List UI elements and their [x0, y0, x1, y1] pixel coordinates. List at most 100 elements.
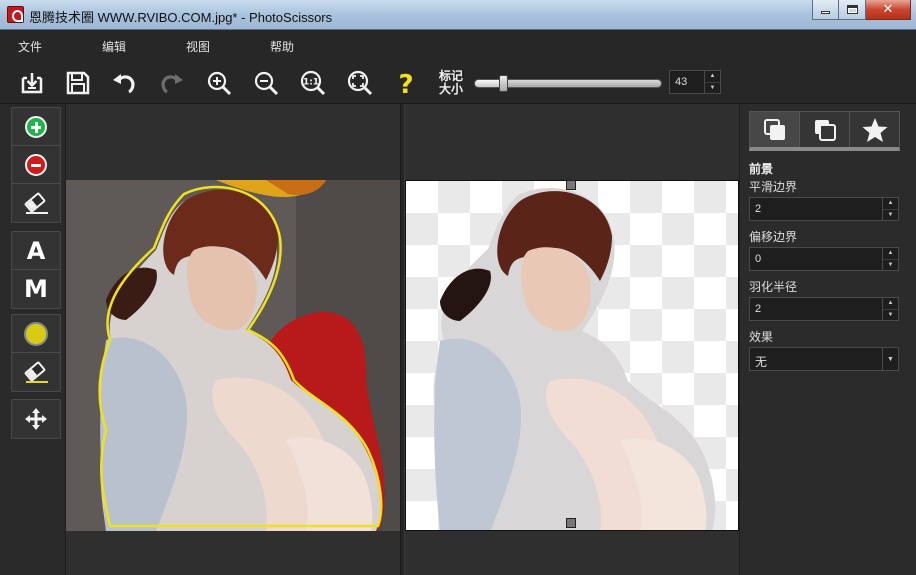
svg-text:1:1: 1:1: [303, 78, 319, 88]
feather-spinbox[interactable]: 2 ▲ ▼: [749, 297, 899, 321]
hair-eraser-tool[interactable]: [12, 353, 60, 391]
marker-tool-group: [11, 107, 61, 223]
spin-down-icon[interactable]: ▼: [883, 308, 898, 321]
maximize-button[interactable]: [839, 0, 866, 20]
zoom-out-icon: [254, 71, 279, 96]
manual-mode-button[interactable]: M: [12, 270, 60, 308]
tab-effects[interactable]: [850, 112, 899, 147]
foreground-layers-icon: [763, 118, 785, 140]
close-icon: ✕: [882, 2, 894, 17]
feather-value: 2: [755, 303, 762, 315]
chevron-down-icon: ▼: [882, 348, 898, 370]
actual-size-button[interactable]: 1:1: [297, 67, 329, 99]
save-icon: [66, 71, 90, 95]
effect-value: 无: [755, 355, 768, 369]
title-bar: 恩腾技术圈 WWW.RVIBO.COM.jpg* - PhotoScissors…: [0, 0, 916, 30]
zoom-in-icon: [207, 71, 232, 96]
manual-mode-label: M: [24, 275, 48, 303]
effect-select[interactable]: 无 ▼: [749, 347, 899, 371]
spin-up-icon[interactable]: ▲: [883, 198, 898, 209]
source-photo[interactable]: [66, 180, 400, 531]
yellow-circle-icon: [24, 321, 48, 346]
pan-tool-group: [11, 399, 61, 439]
settings-panel: 前景 平滑边界 2 ▲ ▼ 偏移边界 0 ▲ ▼ 羽化半径 2 ▲ ▼ 效果 无 ▼: [739, 104, 916, 575]
minimize-button[interactable]: [812, 0, 839, 20]
close-button[interactable]: ✕: [866, 0, 911, 20]
offset-spinbox[interactable]: 0 ▲ ▼: [749, 247, 899, 271]
source-canvas-pane[interactable]: [66, 104, 400, 575]
redo-button[interactable]: [156, 67, 188, 99]
help-icon: ?: [398, 70, 413, 97]
redo-icon: [161, 74, 183, 94]
tab-background[interactable]: [800, 112, 850, 147]
eraser-tool[interactable]: [12, 184, 60, 222]
smooth-value: 2: [755, 203, 762, 215]
actual-size-icon: 1:1: [300, 70, 326, 96]
menu-view[interactable]: 视图: [168, 38, 252, 55]
mode-tool-group: A M: [11, 231, 61, 309]
keep-marker-tool[interactable]: [12, 108, 60, 146]
feather-arrows: ▲ ▼: [882, 298, 898, 320]
panel-tabs: [749, 111, 900, 151]
auto-mode-label: A: [26, 236, 46, 265]
fit-button[interactable]: [344, 67, 376, 99]
star-icon: [862, 117, 887, 142]
save-button[interactable]: [62, 67, 94, 99]
background-layers-icon: [814, 119, 836, 141]
remove-marker-tool[interactable]: [12, 146, 60, 184]
window-controls: ✕: [812, 0, 911, 20]
help-button[interactable]: ?: [390, 67, 422, 99]
spin-down-icon[interactable]: ▼: [705, 81, 720, 94]
smooth-spinbox[interactable]: 2 ▲ ▼: [749, 197, 899, 221]
zoom-out-button[interactable]: [250, 67, 282, 99]
hair-marker-tool[interactable]: [12, 315, 60, 353]
menu-bar: 文件 编辑 视图 帮助: [0, 30, 916, 62]
marker-size-slider[interactable]: [474, 75, 662, 92]
eraser-icon: [23, 191, 49, 214]
zoom-in-button[interactable]: [203, 67, 235, 99]
spin-down-icon[interactable]: ▼: [883, 258, 898, 271]
result-photo: [405, 180, 739, 531]
menu-file[interactable]: 文件: [0, 38, 84, 55]
crop-handle-bottom[interactable]: [566, 518, 576, 528]
spin-down-icon[interactable]: ▼: [883, 208, 898, 221]
offset-arrows: ▲ ▼: [882, 248, 898, 270]
tool-sidebar: A M: [0, 104, 66, 575]
menu-edit[interactable]: 编辑: [84, 38, 168, 55]
slider-thumb[interactable]: [499, 75, 508, 92]
eraser-yellow-icon: [23, 360, 49, 383]
crop-handle-top[interactable]: [566, 180, 576, 190]
result-canvas-pane[interactable]: [405, 104, 739, 575]
marker-size-label: 标记大小: [439, 69, 464, 96]
plus-icon: [25, 115, 47, 138]
tab-foreground[interactable]: [750, 112, 800, 147]
smooth-label: 平滑边界: [749, 180, 798, 194]
open-button[interactable]: [16, 67, 48, 99]
foreground-section-title: 前景: [749, 162, 774, 176]
maximize-icon: [846, 5, 858, 14]
window-title: 恩腾技术圈 WWW.RVIBO.COM.jpg* - PhotoScissors: [29, 10, 333, 25]
toolbar: 1:1 ? 标记大小 43 ▲ ▼: [0, 62, 916, 104]
pan-tool[interactable]: [12, 400, 60, 438]
marker-size-value: 43: [675, 76, 688, 88]
svg-text:?: ?: [398, 70, 413, 97]
offset-value: 0: [755, 253, 762, 265]
app-icon: [7, 6, 24, 23]
menu-help[interactable]: 帮助: [252, 38, 336, 55]
minimize-icon: [821, 11, 830, 14]
minus-icon: [25, 153, 47, 176]
offset-label: 偏移边界: [749, 230, 798, 244]
undo-button[interactable]: [108, 67, 140, 99]
spin-arrows: ▲ ▼: [704, 71, 720, 93]
move-icon: [25, 408, 47, 430]
spin-up-icon[interactable]: ▲: [883, 248, 898, 259]
undo-icon: [113, 74, 135, 94]
fit-icon: [347, 70, 373, 96]
spin-up-icon[interactable]: ▲: [883, 298, 898, 309]
auto-mode-button[interactable]: A: [12, 232, 60, 270]
smooth-arrows: ▲ ▼: [882, 198, 898, 220]
feather-label: 羽化半径: [749, 280, 798, 294]
marker-size-spinbox[interactable]: 43 ▲ ▼: [669, 70, 721, 94]
spin-up-icon[interactable]: ▲: [705, 71, 720, 82]
source-photo-drawing: [66, 180, 400, 531]
